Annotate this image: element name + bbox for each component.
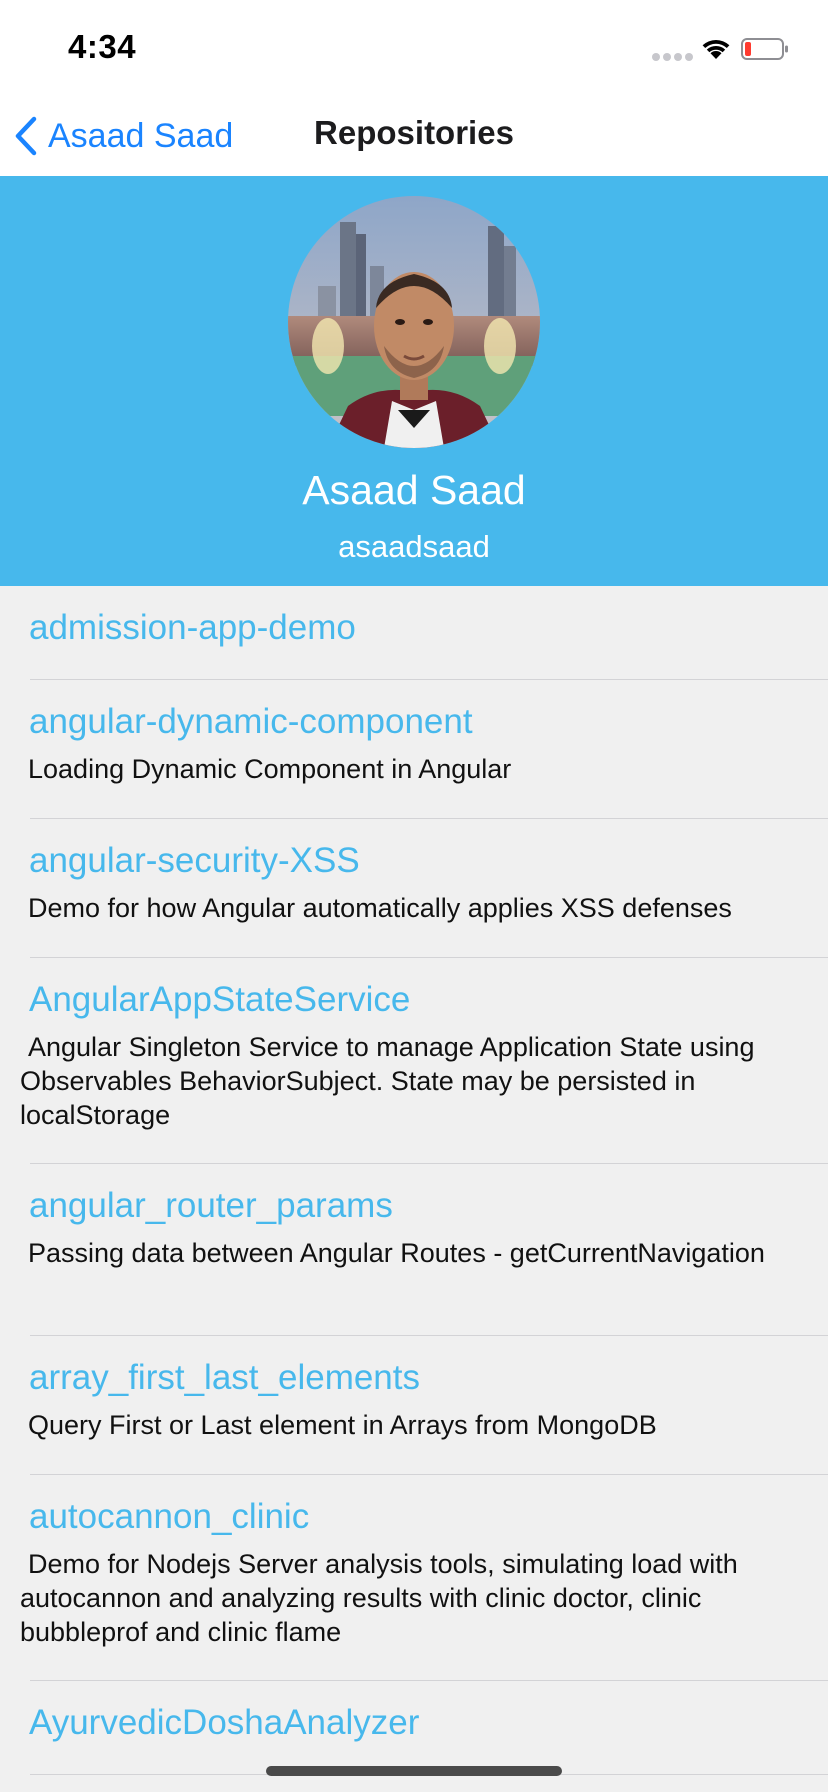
repo-description: Angular Singleton Service to manage Appl… xyxy=(20,1032,755,1130)
wifi-icon xyxy=(702,39,730,59)
home-indicator[interactable] xyxy=(266,1766,562,1776)
repo-description: Query First or Last element in Arrays fr… xyxy=(28,1410,657,1440)
repo-item[interactable]: AyurvedicDoshaAnalyzer xyxy=(0,1681,828,1775)
repo-name: autocannon_clinic xyxy=(29,1497,310,1536)
status-time: 4:34 xyxy=(68,28,137,65)
profile-name: Asaad Saad xyxy=(302,467,526,513)
repo-name: angular_router_params xyxy=(29,1186,393,1225)
profile-header: Asaad Saad asaadsaad xyxy=(0,176,828,586)
status-bar: 4:34 xyxy=(0,0,828,96)
profile-username: asaadsaad xyxy=(338,529,490,564)
avatar xyxy=(288,196,540,448)
repository-list: admission-app-demo angular-dynamic-compo… xyxy=(0,586,828,1775)
navigation-bar: Asaad Saad Repositories xyxy=(0,96,828,176)
signal-dots-icon xyxy=(652,53,693,61)
repo-name: admission-app-demo xyxy=(29,608,356,647)
repo-name: array_first_last_elements xyxy=(29,1358,420,1397)
battery-icon xyxy=(741,38,788,60)
repo-item[interactable]: angular_router_params Passing data betwe… xyxy=(0,1164,828,1336)
repo-description: Loading Dynamic Component in Angular xyxy=(28,754,512,784)
repo-name: angular-security-XSS xyxy=(29,841,360,880)
repo-description: Demo for Nodejs Server analysis tools, s… xyxy=(20,1549,738,1647)
repo-description: Demo for how Angular automatically appli… xyxy=(28,893,732,923)
repo-item[interactable]: AngularAppStateService Angular Singleton… xyxy=(0,958,828,1164)
page-title: Repositories xyxy=(314,114,514,151)
repo-name: AngularAppStateService xyxy=(29,980,411,1019)
repo-item[interactable]: autocannon_clinic Demo for Nodejs Server… xyxy=(0,1475,828,1681)
repo-item[interactable]: array_first_last_elements Query First or… xyxy=(0,1336,828,1475)
repo-item[interactable]: angular-security-XSS Demo for how Angula… xyxy=(0,819,828,958)
repo-description: Passing data between Angular Routes - ge… xyxy=(28,1238,765,1268)
repo-name: angular-dynamic-component xyxy=(29,702,473,741)
repo-item[interactable]: angular-dynamic-component Loading Dynami… xyxy=(0,680,828,819)
repo-item[interactable]: admission-app-demo xyxy=(0,586,828,680)
repo-name: AyurvedicDoshaAnalyzer xyxy=(29,1703,420,1742)
